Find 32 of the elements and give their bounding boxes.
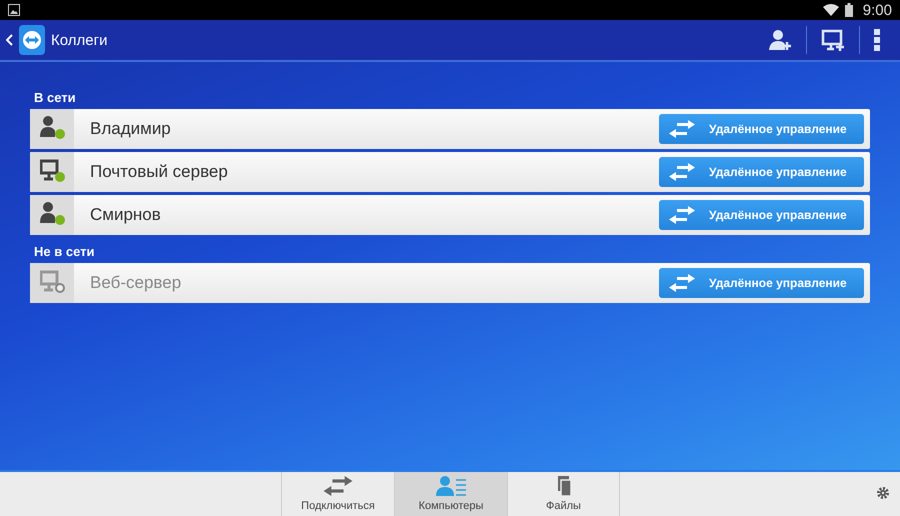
contact-list-icon <box>436 476 466 496</box>
swap-arrows-icon <box>669 120 695 138</box>
section-header: Не в сети <box>34 244 96 259</box>
settings-icon <box>876 486 890 500</box>
chevron-left-icon <box>6 34 13 46</box>
swap-arrows-icon <box>669 206 695 224</box>
battery-icon <box>844 3 853 17</box>
swap-arrows-icon <box>669 274 695 292</box>
contact-name: Владимир <box>90 119 172 139</box>
swap-arrows-icon <box>323 476 353 496</box>
swap-arrows-icon <box>669 163 695 181</box>
monitor-plus-icon <box>821 28 845 52</box>
contact-name: Веб-сервер <box>90 273 182 293</box>
app-logo-icon <box>19 25 45 55</box>
contact-row[interactable]: Смирнов Удалённое управление <box>30 195 870 235</box>
clock-time: 9:00 <box>862 2 892 18</box>
picture-notification-icon <box>8 4 20 16</box>
person-icon <box>40 116 55 137</box>
screen-title: Коллеги <box>51 32 108 48</box>
overflow-menu-icon <box>874 29 880 51</box>
bottom-tab[interactable]: Компьютеры <box>394 472 507 516</box>
contact-row[interactable]: Владимир Удалённое управление <box>30 109 870 149</box>
section-header: В сети <box>34 90 77 105</box>
contact-name: Смирнов <box>90 205 162 225</box>
person-icon <box>40 202 55 223</box>
bottom-tab[interactable]: Файлы <box>507 472 620 516</box>
contact-row[interactable]: Почтовый сервер Удалённое управление <box>30 152 870 192</box>
contact-name: Почтовый сервер <box>90 162 229 182</box>
back-button[interactable] <box>6 25 45 55</box>
settings-button[interactable] <box>876 486 890 500</box>
person-plus-icon <box>768 28 792 52</box>
wifi-icon <box>822 4 839 16</box>
